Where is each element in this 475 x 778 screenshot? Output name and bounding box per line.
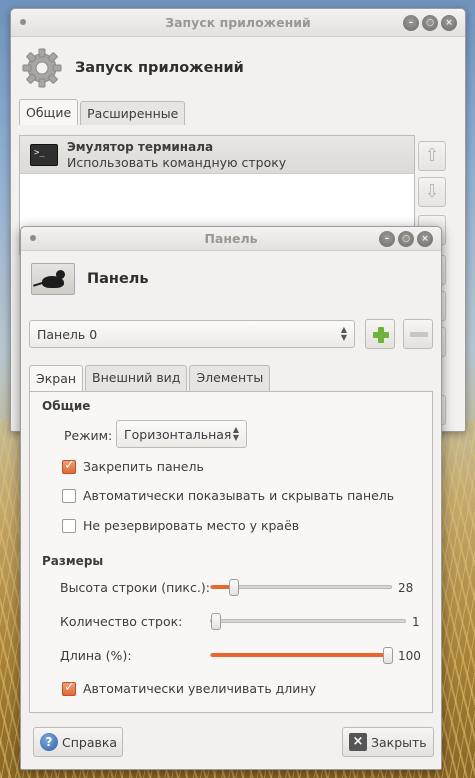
row-count-value: 1 [412, 615, 420, 629]
maximize-icon[interactable]: ○ [398, 231, 414, 247]
slider-handle[interactable] [211, 613, 221, 630]
row-size-value: 28 [398, 581, 414, 595]
close-button[interactable]: × Закрыть [342, 727, 434, 757]
terminal-icon: >_ [30, 143, 58, 166]
plus-icon [373, 327, 389, 343]
tab-general[interactable]: Общие [19, 99, 79, 125]
maximize-icon[interactable]: ○ [422, 15, 438, 31]
add-panel-button[interactable] [365, 319, 395, 349]
list-item-description: Использовать командную строку [67, 154, 287, 170]
auto-length-checkbox[interactable] [62, 680, 76, 696]
titlebar[interactable]: Панель – ○ × [21, 227, 441, 251]
window-menu-icon[interactable] [30, 235, 36, 241]
move-down-button[interactable]: ⇩ [418, 177, 446, 207]
minimize-icon[interactable]: – [379, 231, 395, 247]
window-title: Запуск приложений [165, 15, 311, 30]
length-value: 100 [398, 649, 421, 663]
row-count-label: Количество строк: [60, 614, 183, 629]
panel-mouse-icon [31, 263, 75, 295]
help-button-label: Справка [62, 734, 118, 750]
row-size-label: Высота строки (пикс.): [60, 580, 210, 595]
help-icon: ? [40, 733, 58, 751]
tab-display[interactable]: Экран [29, 365, 84, 391]
updown-arrow-icon: ▲ ▼ [340, 325, 347, 342]
display-tab-panel: Общие Режим: Горизонтальная ▲▼ Закрепить… [29, 391, 433, 713]
header-title: Запуск приложений [75, 60, 244, 76]
minus-icon [410, 332, 428, 337]
no-reserve-checkbox[interactable] [62, 519, 76, 533]
lock-panel-label: Закрепить панель [83, 459, 204, 474]
sizes-section-title: Размеры [42, 554, 104, 568]
close-button-label: Закрыть [371, 734, 427, 750]
slider-handle[interactable] [383, 647, 393, 664]
titlebar[interactable]: Запуск приложений – ○ × [11, 9, 465, 37]
gear-icon [22, 48, 62, 88]
mode-select-value: Горизонтальная [124, 426, 232, 442]
length-label: Длина (%): [60, 648, 132, 663]
remove-panel-button[interactable] [403, 319, 433, 349]
general-section-title: Общие [42, 399, 91, 413]
close-icon[interactable]: × [417, 231, 433, 247]
header-title: Панель [87, 271, 149, 287]
auto-length-label: Автоматически увеличивать длину [83, 681, 316, 696]
slider-handle[interactable] [229, 579, 239, 596]
panel-select[interactable]: Панель 0 ▲ ▼ [29, 320, 355, 348]
panel-select-value: Панель 0 [37, 326, 98, 342]
minimize-icon[interactable]: – [403, 15, 419, 31]
window-title: Панель [204, 231, 258, 246]
mode-label: Режим: [64, 428, 113, 443]
window-menu-icon[interactable] [20, 19, 26, 25]
close-icon: × [349, 733, 367, 751]
help-button[interactable]: ? Справка [33, 727, 123, 757]
list-item[interactable]: >_ Эмулятор терминала Использовать коман… [20, 136, 414, 174]
tab-appearance[interactable]: Внешний вид [85, 365, 188, 391]
panel-preferences-window: Панель – ○ × Панель Панель 0 ▲ ▼ Экран Вн… [20, 226, 442, 770]
lock-panel-checkbox[interactable] [62, 458, 76, 474]
length-slider[interactable] [210, 647, 393, 664]
list-item-title: Эмулятор терминала [67, 139, 214, 154]
row-size-slider[interactable] [210, 579, 392, 596]
autohide-label: Автоматически показывать и скрывать пане… [83, 488, 395, 503]
mode-select[interactable]: Горизонтальная ▲ ▼ [116, 420, 247, 448]
no-reserve-label: Не резервировать место у краёв [83, 518, 300, 533]
move-up-button[interactable]: ⇧ [418, 141, 446, 171]
updown-arrow-icon: ▲ ▼ [232, 425, 239, 442]
row-count-slider[interactable] [210, 613, 406, 630]
tab-advanced[interactable]: Расширенные [80, 101, 186, 125]
close-icon[interactable]: × [441, 15, 457, 31]
tab-items[interactable]: Элементы [189, 365, 271, 391]
autohide-checkbox[interactable] [62, 489, 76, 503]
